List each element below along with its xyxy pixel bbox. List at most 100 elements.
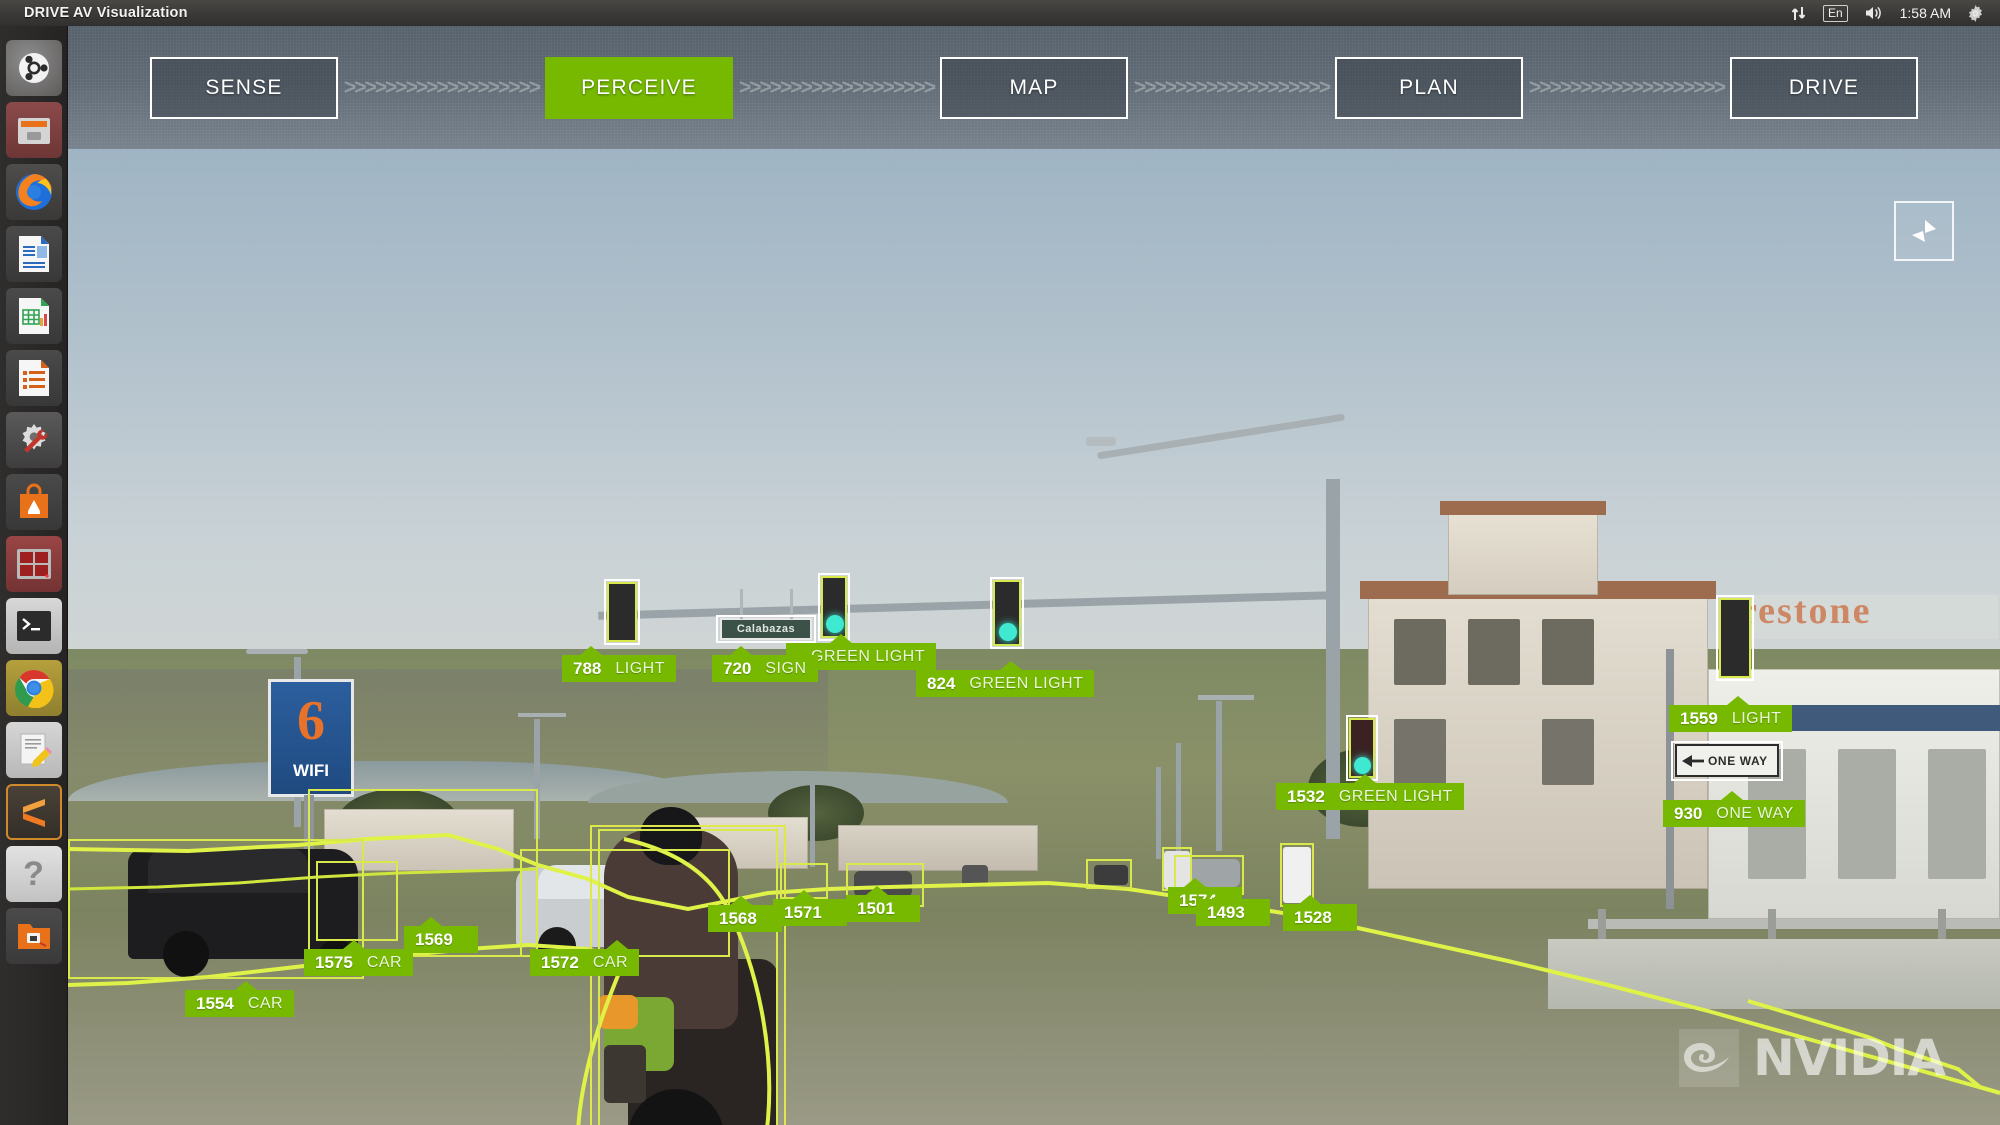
street-lamp-pole [810,783,815,867]
sidebar-item-chrome[interactable] [5,660,62,716]
sidebar-item-ubuntu-dash[interactable] [5,40,62,96]
terminal-icon [16,611,51,641]
sidebar-item-libreoffice-writer[interactable] [5,226,62,282]
detection-id: 1571 [784,903,822,922]
detection-class: ONE WAY [1716,805,1794,822]
tray-clock[interactable]: 1:58 AM [1900,5,1951,21]
network-folder-icon [17,924,50,949]
detection-tag[interactable]: 1575 CAR [304,940,414,976]
detection-class: CAR [592,954,629,971]
bbox-green-light[interactable] [818,573,850,641]
bbox-one-way-930[interactable] [1671,741,1783,781]
pipeline-stage-perceive[interactable]: PERCEIVE [545,56,733,119]
detection-tag[interactable]: 824 GREEN LIGHT [916,661,1095,697]
sidebar-item-ubuntu-software[interactable] [5,474,62,530]
street-lamp-pole [1216,701,1222,851]
keyboard-layout-indicator[interactable]: En [1822,4,1848,22]
bbox-light-1559[interactable] [1716,595,1754,681]
sign-backing [1720,595,1998,639]
sidebar-item-amd-radeon[interactable] [5,536,62,592]
presentation-icon [18,360,49,396]
bbox-green-light-824[interactable] [990,577,1024,649]
detection-class: LIGHT [615,660,665,677]
detection-id: 788 [573,659,602,678]
ubuntu-launcher: ? [0,26,68,1125]
sidebar-item-files[interactable] [5,102,62,158]
firefox-icon [15,174,52,210]
pipeline-arrow-1: >>>>>>>>>>>>>>>>>>> [343,75,541,99]
detection-tag[interactable]: 1493 [1196,890,1270,926]
gear-icon[interactable] [1967,4,1984,22]
sidebar-item-sublime-text[interactable] [5,784,62,840]
pipeline-nav: SENSE >>>>>>>>>>>>>>>>>>> PERCEIVE >>>>>… [68,26,2000,149]
street-lamp-head [1086,437,1116,446]
detection-class: CAR [366,954,403,971]
detection-tag[interactable]: 720 SIGN [712,646,818,682]
sidebar-item-system-settings[interactable] [5,412,62,468]
volume-icon[interactable] [1864,5,1884,21]
detection-tag[interactable]: 1571 [773,890,847,926]
bbox-green-light-1532[interactable] [1346,715,1378,781]
sidebar-item-remote-folder[interactable] [5,908,62,964]
pipeline-stage-label: DRIVE [1788,75,1860,99]
detection-tag[interactable]: 1554 CAR [185,981,295,1017]
pipeline-arrow-2: >>>>>>>>>>>>>>>>>>> [738,75,936,99]
detection-tag[interactable]: 1559 LIGHT [1669,696,1793,732]
pipeline-stage-plan[interactable]: PLAN [1335,56,1523,119]
detection-tag[interactable]: 1501 [846,886,920,922]
expand-arrows-icon [1912,220,1936,242]
document-icon [18,236,49,272]
ubuntu-logo-icon [5,40,62,96]
bbox-sign-720[interactable] [716,615,816,643]
detection-tag[interactable]: 1572 CAR [530,940,640,976]
software-bag-icon [19,483,48,518]
sidebar-item-trash[interactable] [6,1114,62,1125]
network-arrows-icon[interactable] [1791,6,1807,21]
sidewalk [1548,939,2000,1009]
pipeline-stage-label: MAP [1009,75,1059,99]
bbox-light-788[interactable] [604,579,640,645]
nvidia-logo: NVIDIA [1679,1029,1946,1087]
pipeline-stage-drive[interactable]: DRIVE [1730,56,1918,119]
sidebar-item-libreoffice-impress[interactable] [5,350,62,406]
detection-tag[interactable]: 1528 [1283,895,1357,931]
chrome-icon [14,670,53,708]
sidebar-item-terminal[interactable] [5,598,62,654]
pipeline-stage-sense[interactable]: SENSE [150,56,338,119]
street-lamp-arm [246,649,308,654]
storefront-window [1838,749,1896,879]
window [1542,619,1594,685]
roof [1440,501,1606,515]
bbox-car-1569[interactable] [316,861,398,941]
window [1542,719,1594,785]
pipeline-stage-label: SENSE [205,75,283,99]
system-tray: En 1:58 AM [1791,4,2000,22]
sidebar-item-libreoffice-calc[interactable] [5,288,62,344]
detection-id: 1559 [1680,709,1718,728]
fullscreen-button[interactable] [1894,201,1954,261]
sidebar-item-help[interactable]: ? [5,846,62,902]
pipeline-stage-label: PERCEIVE [581,75,697,99]
red-panels-icon [16,549,51,579]
street-lamp-arm [518,713,566,717]
detection-tag[interactable]: 1569 [404,917,478,953]
detection-id: 720 [723,659,752,678]
sidebar-item-firefox[interactable] [5,164,62,220]
sidebar-item-text-editor[interactable] [5,722,62,778]
pipeline-stage-map[interactable]: MAP [940,56,1128,119]
bbox-object-1501[interactable] [1086,859,1132,889]
nvidia-eye-icon [1679,1029,1740,1087]
detection-id: 1532 [1287,787,1325,806]
street-lamp-pole [1156,767,1161,859]
detection-tag[interactable]: 1532 GREEN LIGHT [1276,774,1464,810]
window-title: DRIVE AV Visualization [24,5,188,21]
detection-tag[interactable]: 930 ONE WAY [1663,791,1805,827]
window [1468,619,1520,685]
camera-feed: restone 6 WIFI Calabazas ONE WAY 788 LIG… [68,149,2000,1125]
detection-tag[interactable]: 788 LIGHT [562,646,676,682]
detection-class: SIGN [765,660,807,677]
detection-id: 1528 [1294,908,1332,927]
detection-tag[interactable]: 1568 [708,896,782,932]
storefront-window [1928,749,1986,879]
sky-region [68,149,2000,689]
